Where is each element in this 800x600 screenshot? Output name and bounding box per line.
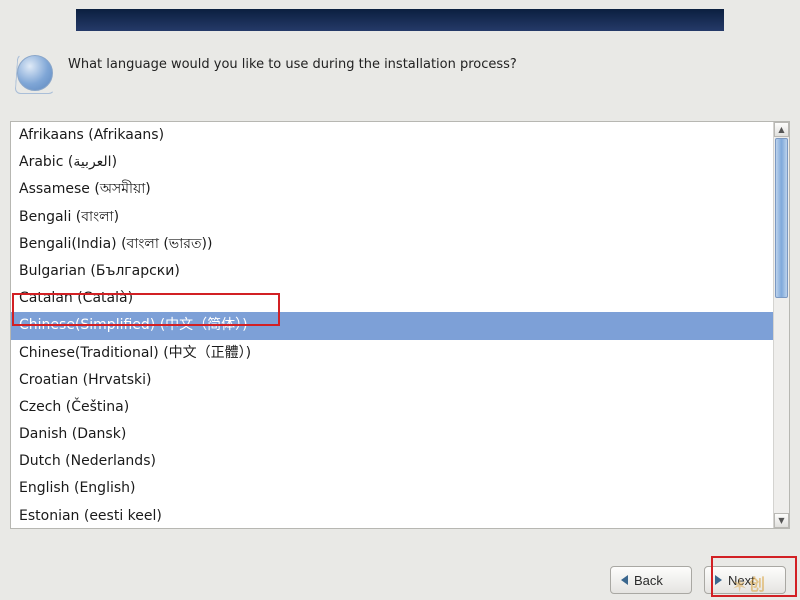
next-button-label: Next [728,573,755,588]
language-option[interactable]: Estonian (eesti keel) [11,503,773,528]
back-button-label: Back [634,573,663,588]
arrow-right-icon [715,575,722,585]
scroll-thumb[interactable] [775,138,788,298]
scroll-up-button[interactable]: ▲ [774,122,789,137]
language-option[interactable]: English (English) [11,475,773,502]
title-banner [76,9,724,31]
language-option[interactable]: Czech (Čeština) [11,394,773,421]
language-option[interactable]: Bulgarian (Български) [11,258,773,285]
prompt-text: What language would you like to use duri… [68,54,517,74]
language-option[interactable]: Chinese(Traditional) (中文（正體）) [11,340,773,367]
language-option[interactable]: Bengali (বাংলা) [11,204,773,231]
arrow-left-icon [621,575,628,585]
footer: Back Next [0,562,800,598]
language-listbox[interactable]: Afrikaans (Afrikaans)Arabic (العربية)Ass… [10,121,790,529]
back-button[interactable]: Back [610,566,692,594]
language-option[interactable]: Arabic (العربية) [11,149,773,176]
language-option[interactable]: Dutch (Nederlands) [11,448,773,475]
header: What language would you like to use duri… [16,54,784,94]
language-option[interactable]: Assamese (অসমীয়া) [11,176,773,203]
language-option[interactable]: Afrikaans (Afrikaans) [11,122,773,149]
language-option[interactable]: Catalan (Català) [11,285,773,312]
scroll-down-button[interactable]: ▼ [774,513,789,528]
language-option[interactable]: Croatian (Hrvatski) [11,367,773,394]
language-option[interactable]: Danish (Dansk) [11,421,773,448]
scrollbar[interactable]: ▲ ▼ [773,122,789,528]
globe-icon [16,54,56,94]
language-option[interactable]: Chinese(Simplified) (中文（简体）) [11,312,773,339]
next-button[interactable]: Next [704,566,786,594]
language-option[interactable]: Bengali(India) (বাংলা (ভারত)) [11,231,773,258]
language-list[interactable]: Afrikaans (Afrikaans)Arabic (العربية)Ass… [11,122,773,528]
